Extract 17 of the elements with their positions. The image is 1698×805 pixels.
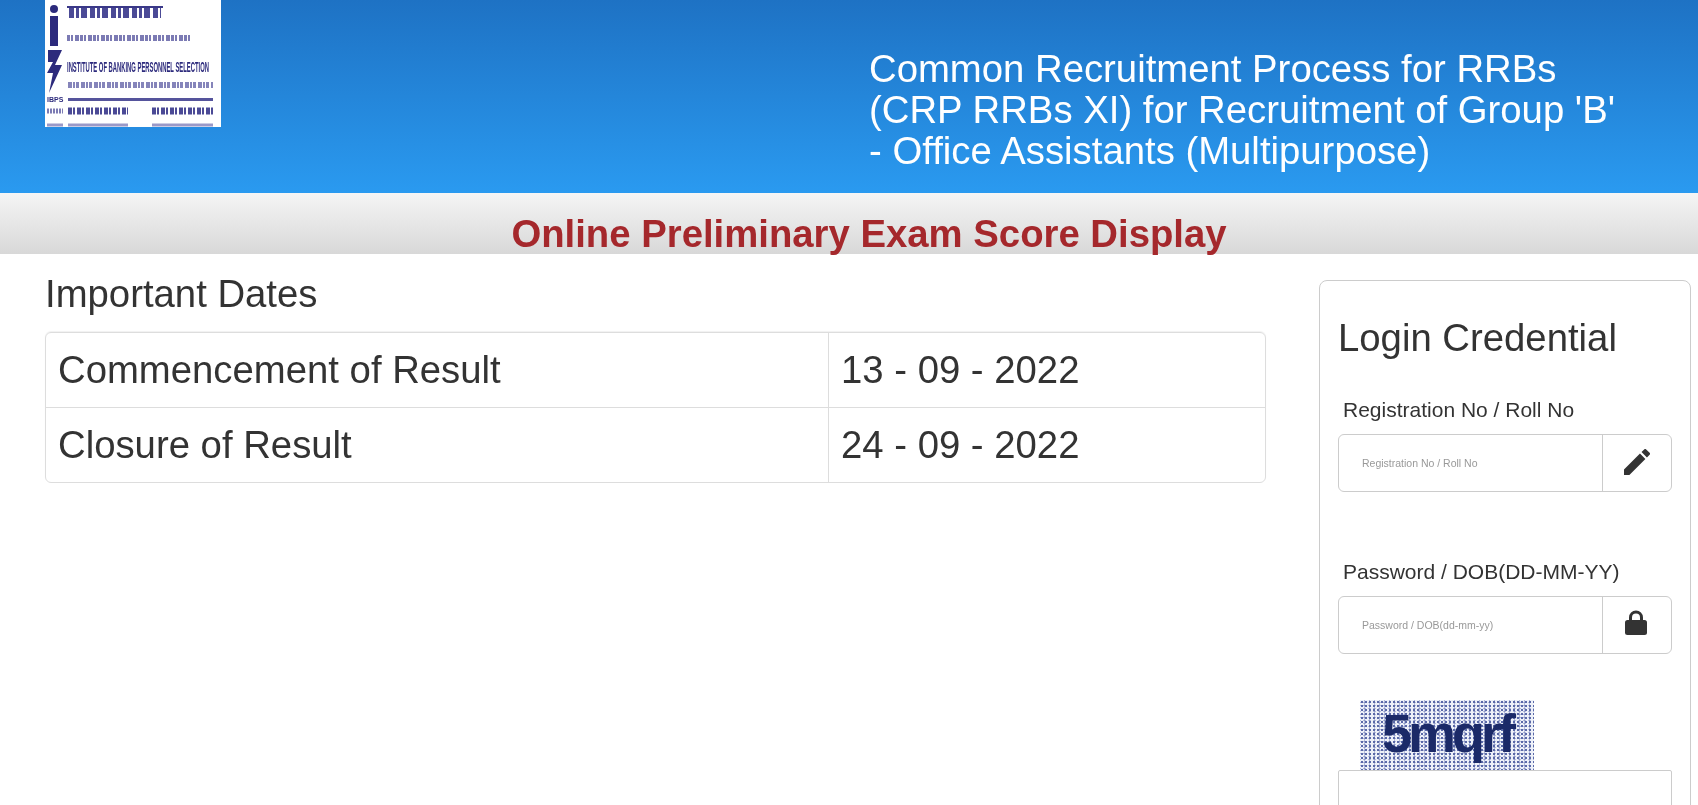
login-heading: Login Credential <box>1338 317 1618 359</box>
lock-icon <box>1625 610 1647 635</box>
table-cell: Closure of Result <box>46 407 829 482</box>
field-label: Password / DOB(DD-MM-YY) <box>1342 559 1621 584</box>
pencil-icon <box>1624 449 1650 475</box>
page-title: Online Preliminary Exam Score Display <box>511 214 1227 254</box>
table-cell: Commencement of Result <box>46 333 829 407</box>
header-title: Common Recruitment Process for RRBs (CRP RRBs XI) for Recruitment of Group 'B' - Office Assistants (Multipurpose) <box>869 48 1617 171</box>
script-text-drawing <box>47 108 63 114</box>
section-heading: Important Dates <box>45 273 319 315</box>
logo-name-text: INSTITUTE OF BANKING PERSONNEL SELECTION <box>67 58 209 75</box>
table-cell-text: 13 - 09 - 2022 <box>840 347 1081 393</box>
input-field[interactable]: Registration No / Roll No <box>1338 434 1672 492</box>
input-field[interactable]: Password / DOB(dd-mm-yy) <box>1338 596 1672 654</box>
field-label: Registration No / Roll No <box>1342 397 1576 422</box>
emblem-icon <box>47 5 62 93</box>
table-cell: 24 - 09 - 2022 <box>829 407 1265 482</box>
